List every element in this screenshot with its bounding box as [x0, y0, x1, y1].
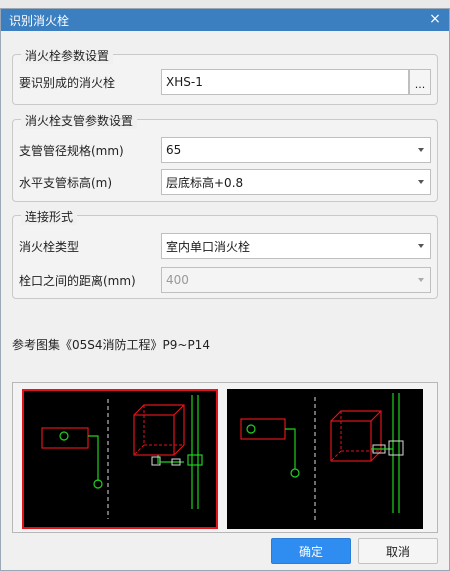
title-bar: 识别消火栓 ×: [1, 9, 449, 31]
hydrant-params-legend: 消火栓参数设置: [21, 47, 114, 64]
hydrant-row: 要识别成的消火栓 XHS-1 ...: [19, 69, 431, 95]
preview-single-outlet[interactable]: [22, 389, 218, 529]
hydrant-field[interactable]: XHS-1: [161, 69, 409, 95]
pipe-size-value: 65: [166, 143, 182, 157]
elevation-label: 水平支管标高(m): [19, 175, 113, 190]
branch-params-group: 消火栓支管参数设置 支管管径规格(mm) 65 水平支管标高(m) 层底标高+0…: [12, 112, 438, 202]
elevation-value: 层底标高+0.8: [166, 175, 244, 190]
close-icon[interactable]: ×: [427, 11, 443, 27]
distance-label: 栓口之间的距离(mm): [19, 273, 136, 288]
branch-params-legend: 消火栓支管参数设置: [21, 112, 138, 129]
hydrant-type-select[interactable]: 室内单口消火栓: [161, 233, 431, 259]
browse-button[interactable]: ...: [409, 69, 431, 95]
identify-hydrant-dialog: 识别消火栓 × 消火栓参数设置 要识别成的消火栓 XHS-1 ... 消火栓支管…: [0, 8, 450, 571]
hydrant-value: XHS-1: [166, 75, 203, 89]
chevron-down-icon: [418, 180, 424, 184]
hydrant-type-row: 消火栓类型 室内单口消火栓: [19, 233, 431, 259]
connection-group: 连接形式 消火栓类型 室内单口消火栓 栓口之间的距离(mm) 400: [12, 208, 438, 299]
preview-panel: [12, 382, 438, 533]
pipe-size-select[interactable]: 65: [161, 137, 431, 163]
distance-row: 栓口之间的距离(mm) 400: [19, 267, 431, 293]
double-outlet-diagram-icon: [240, 393, 404, 521]
hydrant-label: 要识别成的消火栓: [19, 75, 116, 90]
hydrant-type-label: 消火栓类型: [19, 239, 80, 254]
reference-text: 参考图集《05S4消防工程》P9~P14: [12, 338, 210, 352]
chevron-down-icon: [418, 244, 424, 248]
distance-select[interactable]: 400: [161, 267, 431, 293]
single-outlet-diagram-icon: [41, 395, 203, 519]
elevation-select[interactable]: 层底标高+0.8: [161, 169, 431, 195]
distance-value: 400: [166, 273, 189, 287]
pipe-size-row: 支管管径规格(mm) 65: [19, 137, 431, 163]
elevation-row: 水平支管标高(m) 层底标高+0.8: [19, 169, 431, 195]
ok-button[interactable]: 确定: [271, 538, 351, 564]
chevron-down-icon: [418, 148, 424, 152]
chevron-down-icon: [418, 278, 424, 282]
cancel-button[interactable]: 取消: [358, 538, 438, 564]
preview-double-outlet[interactable]: [227, 389, 423, 529]
dialog-title: 识别消火栓: [9, 13, 70, 28]
pipe-size-label: 支管管径规格(mm): [19, 143, 124, 158]
connection-legend: 连接形式: [21, 208, 78, 225]
hydrant-type-value: 室内单口消火栓: [166, 239, 251, 254]
hydrant-params-group: 消火栓参数设置 要识别成的消火栓 XHS-1 ...: [12, 47, 438, 105]
background-window-strip: [0, 0, 450, 8]
